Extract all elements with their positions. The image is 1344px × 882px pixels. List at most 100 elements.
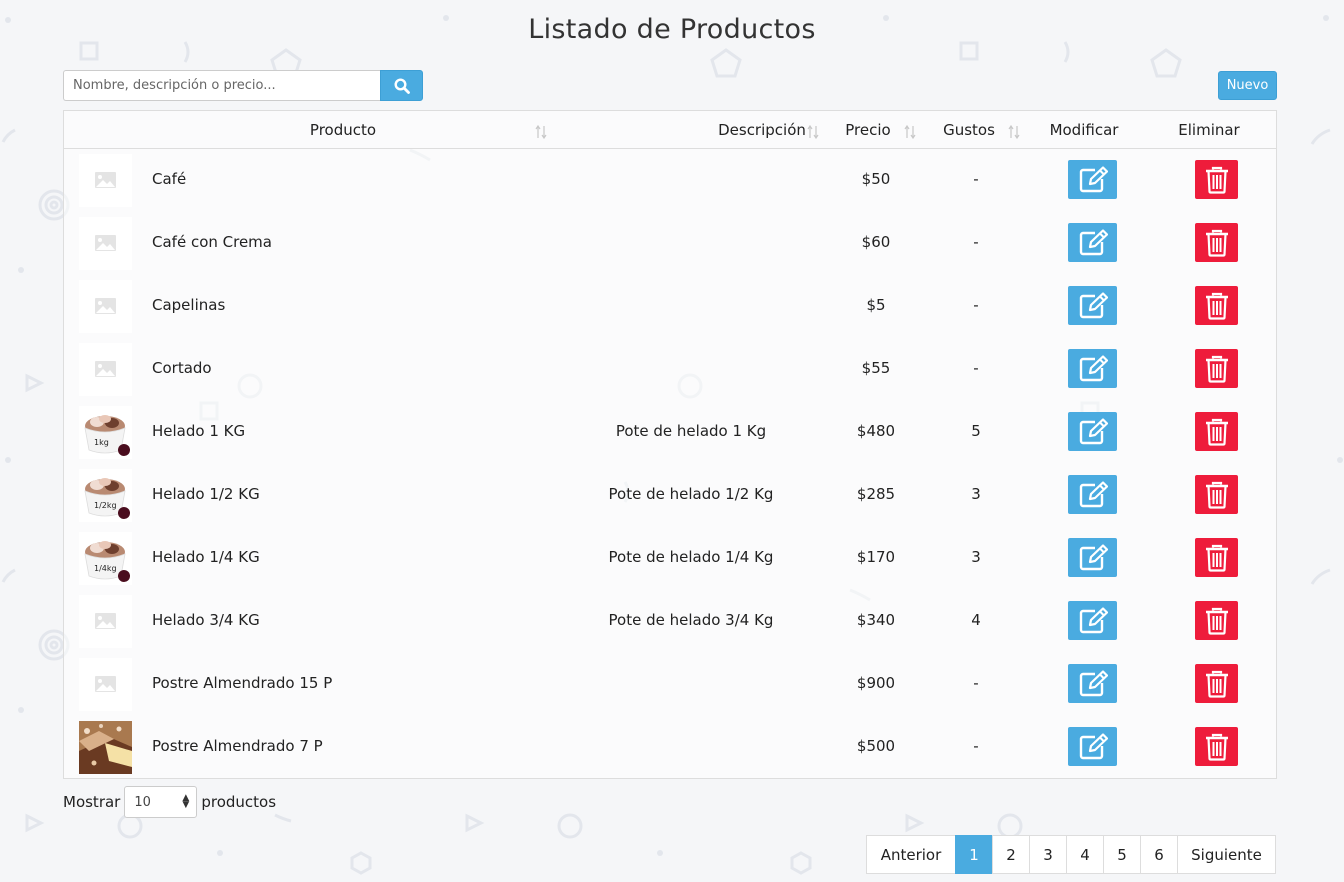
product-price: $285 <box>856 485 896 503</box>
edit-button[interactable] <box>1068 727 1117 766</box>
page-length-control: Mostrar 10 ▲ ▼ productos <box>63 786 276 818</box>
product-name: Helado 1 KG <box>152 422 246 440</box>
table-header: Producto Descripción Precio Gustos Modif… <box>64 111 1276 149</box>
delete-button[interactable] <box>1195 664 1238 703</box>
product-description <box>591 211 791 274</box>
product-price: $340 <box>856 611 896 629</box>
trash-icon <box>1205 166 1228 194</box>
sort-icon[interactable] <box>535 125 547 139</box>
image-placeholder-icon <box>95 361 116 377</box>
trash-icon <box>1205 481 1228 509</box>
edit-icon <box>1079 165 1108 192</box>
product-name: Postre Almendrado 15 P <box>152 674 333 692</box>
product-thumbnail <box>79 217 132 270</box>
delete-button[interactable] <box>1195 601 1238 640</box>
edit-icon <box>1079 669 1108 696</box>
delete-button[interactable] <box>1195 223 1238 262</box>
edit-button[interactable] <box>1068 160 1117 199</box>
pagination-next[interactable]: Siguiente <box>1177 835 1276 874</box>
delete-button[interactable] <box>1195 160 1238 199</box>
delete-button[interactable] <box>1195 727 1238 766</box>
column-label: Gustos <box>943 121 995 139</box>
edit-button[interactable] <box>1068 475 1117 514</box>
image-placeholder-icon <box>95 172 116 188</box>
ice-cream-tub-image: 1kg <box>79 406 132 459</box>
column-header-price[interactable]: Precio <box>824 111 912 149</box>
edit-icon <box>1079 291 1108 318</box>
product-thumbnail <box>79 280 132 333</box>
product-name: Cortado <box>152 359 212 377</box>
length-suffix: productos <box>201 793 277 811</box>
sort-icon[interactable] <box>904 125 916 139</box>
edit-button[interactable] <box>1068 412 1117 451</box>
product-thumbnail <box>79 658 132 711</box>
pagination-page-2[interactable]: 2 <box>992 835 1030 874</box>
edit-button[interactable] <box>1068 664 1117 703</box>
tub-label: 1/4kg <box>94 564 117 573</box>
product-name: Café con Crema <box>152 233 272 251</box>
pagination-page-3[interactable]: 3 <box>1029 835 1067 874</box>
image-placeholder-icon <box>95 676 116 692</box>
edit-button[interactable] <box>1068 601 1117 640</box>
tub-label: 1/2kg <box>94 501 117 510</box>
pagination-page-6[interactable]: 6 <box>1140 835 1178 874</box>
product-description: Pote de helado 1 Kg <box>615 422 767 440</box>
sort-icon[interactable] <box>807 125 819 139</box>
edit-button[interactable] <box>1068 286 1117 325</box>
ice-cream-tub-image: 1/2kg <box>79 469 132 522</box>
table-row: 1kg Helado 1 KG Pote de helado 1 Kg $480 5 <box>64 400 1276 463</box>
product-description: Pote de helado 1/4 Kg <box>608 548 774 566</box>
trash-icon <box>1205 733 1228 761</box>
product-flavors: - <box>973 233 979 251</box>
edit-icon <box>1079 354 1108 381</box>
product-price: $60 <box>861 233 891 251</box>
trash-icon <box>1205 418 1228 446</box>
column-header-modify: Modificar <box>1029 111 1139 149</box>
trash-icon <box>1205 544 1228 572</box>
pagination-page-5[interactable]: 5 <box>1103 835 1141 874</box>
product-price: $500 <box>856 737 896 755</box>
trash-icon <box>1205 607 1228 635</box>
length-prefix: Mostrar <box>63 793 121 811</box>
product-price: $50 <box>861 170 891 188</box>
cake-image <box>79 721 132 774</box>
pagination-previous[interactable]: Anterior <box>866 835 956 874</box>
trash-icon <box>1205 229 1228 257</box>
delete-button[interactable] <box>1195 286 1238 325</box>
page-length-select[interactable]: 10 <box>124 786 198 818</box>
product-flavors: 5 <box>971 422 981 440</box>
image-placeholder-icon <box>95 235 116 251</box>
product-thumbnail: 1/4kg <box>79 532 132 585</box>
image-placeholder-icon <box>95 298 116 314</box>
length-select-wrap: 10 ▲ ▼ <box>120 786 201 818</box>
pagination-page-4[interactable]: 4 <box>1066 835 1104 874</box>
edit-button[interactable] <box>1068 349 1117 388</box>
search-button[interactable] <box>380 70 423 101</box>
column-label: Eliminar <box>1178 121 1240 139</box>
trash-icon <box>1205 292 1228 320</box>
column-label: Descripción <box>718 121 806 139</box>
product-description <box>591 715 791 778</box>
product-thumbnail: 1/2kg <box>79 469 132 522</box>
edit-button[interactable] <box>1068 223 1117 262</box>
edit-icon <box>1079 480 1108 507</box>
product-description <box>591 652 791 715</box>
column-header-flavors[interactable]: Gustos <box>927 111 1011 149</box>
table-row: 1/4kg Helado 1/4 KG Pote de helado 1/4 Kg $… <box>64 526 1276 589</box>
product-name: Helado 1/4 KG <box>152 548 260 566</box>
edit-icon <box>1079 228 1108 255</box>
table-row: Capelinas $5 - <box>64 274 1276 337</box>
delete-button[interactable] <box>1195 538 1238 577</box>
product-name: Café <box>152 170 187 188</box>
new-product-button[interactable]: Nuevo <box>1218 71 1277 100</box>
pagination-page-1[interactable]: 1 <box>955 835 993 874</box>
sort-icon[interactable] <box>1008 125 1020 139</box>
delete-button[interactable] <box>1195 475 1238 514</box>
delete-button[interactable] <box>1195 412 1238 451</box>
search-input[interactable] <box>63 70 380 101</box>
edit-icon <box>1079 732 1108 759</box>
edit-button[interactable] <box>1068 538 1117 577</box>
trash-icon <box>1205 670 1228 698</box>
delete-button[interactable] <box>1195 349 1238 388</box>
product-flavors: - <box>973 737 979 755</box>
